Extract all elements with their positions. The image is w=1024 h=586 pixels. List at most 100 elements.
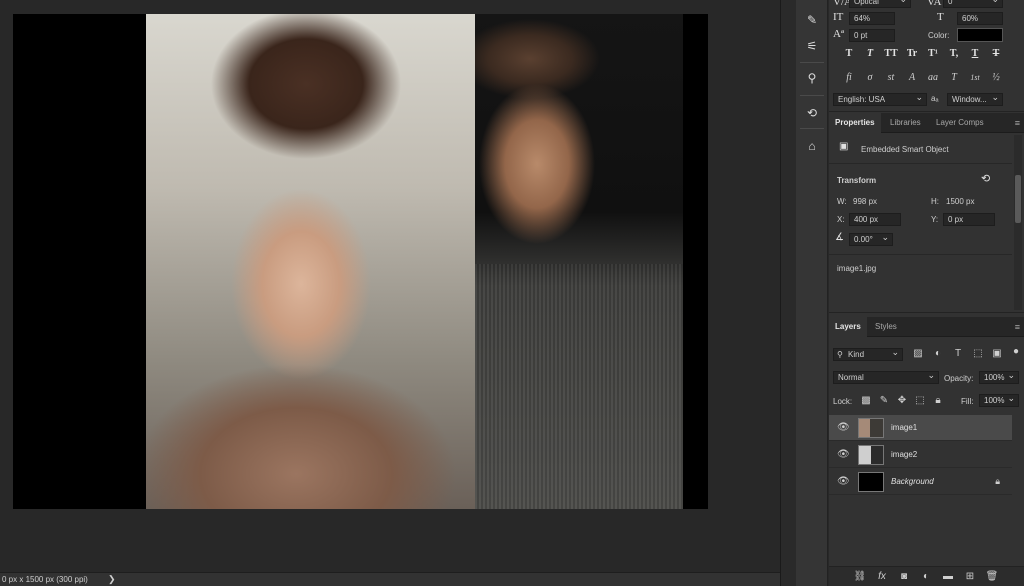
superscript-button[interactable]: T¹ [925, 46, 941, 62]
blend-mode-select[interactable]: Normal [833, 370, 939, 384]
rotation-angle-input[interactable]: 0.00° [849, 232, 893, 246]
toolstrip-divider [800, 95, 824, 96]
plugins-icon[interactable]: ⌂ [802, 136, 822, 156]
titling-alternates-button[interactable]: T [946, 70, 962, 86]
properties-scrollbar[interactable] [1014, 135, 1022, 310]
filter-adjustment-icon[interactable]: ◐ [931, 348, 945, 359]
ligatures-button[interactable]: fi [841, 70, 857, 86]
new-group-icon[interactable]: ▬ [941, 571, 955, 582]
transform-heading: Transform [837, 176, 877, 185]
fill-input[interactable]: 100% [979, 393, 1019, 407]
lock-pixels-icon[interactable]: ✎ [877, 395, 891, 406]
fill-label: Fill: [961, 397, 974, 406]
layer-row-image2[interactable]: 👁︎ image2 [829, 442, 1012, 468]
filter-toggle-icon[interactable]: ● [1009, 346, 1023, 357]
layers-footer: ⛓ fx ◙ ◐ ▬ ⊞ 🗑︎ [829, 566, 1024, 586]
faux-italic-button[interactable]: T [862, 46, 878, 62]
layer-effects-icon[interactable]: fx [875, 571, 889, 582]
layers-tabbar: Layers Styles ≡ [829, 317, 1024, 337]
x-position-input[interactable]: 400 px [849, 213, 901, 226]
font-style-select[interactable]: Optical [849, 0, 911, 8]
layer-row-image1[interactable]: 👁︎ image1 [829, 415, 1012, 441]
x-label: X: [837, 215, 845, 224]
visibility-eye-icon[interactable]: 👁︎ [837, 422, 850, 433]
swash-button[interactable]: A [904, 70, 920, 86]
subscript-button[interactable]: T, [946, 46, 962, 62]
clone-source-icon[interactable]: ⚲ [802, 68, 822, 88]
opacity-input[interactable]: 100% [979, 370, 1019, 384]
filter-type-icon[interactable]: T [951, 348, 965, 359]
width-value[interactable]: 998 px [853, 197, 877, 206]
layer-filter-select[interactable]: ⚲ Kind [833, 347, 903, 361]
image2-photo-woman [146, 14, 475, 509]
lock-label: Lock: [833, 397, 853, 406]
tracking-icon: VA [927, 0, 942, 8]
text-color-swatch[interactable] [957, 28, 1003, 42]
filter-pixel-icon[interactable]: ▨ [911, 348, 925, 359]
layer-thumbnail [858, 418, 884, 438]
lock-position-icon[interactable]: ✥ [895, 395, 909, 406]
layer-row-background[interactable]: 👁︎ Background 🔒︎ [829, 469, 1012, 495]
add-mask-icon[interactable]: ◙ [897, 571, 911, 582]
filter-shape-icon[interactable]: ⬚ [971, 348, 985, 359]
language-select[interactable]: English: USA [833, 92, 927, 106]
tab-libraries[interactable]: Libraries [884, 113, 927, 133]
panel-menu-icon[interactable]: ≡ [1015, 118, 1020, 128]
faux-bold-button[interactable]: T [841, 46, 857, 62]
toolstrip-divider [800, 62, 824, 63]
tracking-select[interactable]: 0 [943, 0, 1003, 8]
height-label: H: [931, 197, 939, 206]
search-icon: ⚲ [837, 350, 843, 359]
layer-filter-value: Kind [848, 350, 865, 359]
layer-name[interactable]: Background [891, 477, 934, 486]
properties-divider [829, 254, 1012, 255]
link-layers-icon[interactable]: ⛓ [853, 571, 867, 582]
canvas-workspace[interactable] [0, 0, 780, 572]
layer-name[interactable]: image1 [891, 423, 917, 432]
toolstrip-divider [800, 128, 824, 129]
smart-object-icon: ▣ [839, 141, 849, 152]
tab-layer-comps[interactable]: Layer Comps [930, 113, 990, 133]
layer-name[interactable]: image2 [891, 450, 917, 459]
layer-thumbnail [858, 445, 884, 465]
new-layer-icon[interactable]: ⊞ [963, 571, 977, 582]
antialias-icon: aₐ [931, 94, 939, 103]
delete-layer-icon[interactable]: 🗑︎ [985, 571, 999, 582]
adjustment-sliders-icon[interactable]: ⚟ [802, 36, 822, 56]
reset-transform-icon[interactable]: ⟲ [981, 172, 990, 185]
lock-all-icon[interactable]: 🔒︎ [931, 395, 945, 406]
visibility-eye-icon[interactable]: 👁︎ [837, 449, 850, 460]
underline-button[interactable]: T [967, 46, 983, 62]
y-position-input[interactable]: 0 px [943, 213, 995, 226]
tab-styles[interactable]: Styles [869, 317, 903, 337]
small-caps-button[interactable]: Tr [904, 46, 920, 62]
all-caps-button[interactable]: TT [883, 46, 899, 62]
panel-splitter[interactable] [780, 0, 796, 586]
status-menu-arrow-icon[interactable]: ❯ [108, 574, 116, 585]
adjustment-layer-icon[interactable]: ◐ [919, 571, 933, 582]
filter-smart-object-icon[interactable]: ▣ [990, 348, 1004, 359]
visibility-eye-icon[interactable]: 👁︎ [837, 476, 850, 487]
layers-panel-menu-icon[interactable]: ≡ [1015, 322, 1020, 332]
ordinals-button[interactable]: 1st [967, 70, 983, 86]
baseline-shift-input[interactable]: 0 pt [849, 29, 895, 42]
fractions-button[interactable]: ½ [988, 70, 1004, 86]
brush-preset-icon[interactable]: ✎ [802, 10, 822, 30]
height-value[interactable]: 1500 px [946, 197, 974, 206]
horizontal-scale-input[interactable]: 60% [957, 12, 1003, 25]
history-icon[interactable]: ⟲ [802, 103, 822, 123]
stylistic-ligatures-button[interactable]: st [883, 70, 899, 86]
stylistic-alternates-button[interactable]: aa [925, 70, 941, 86]
document-canvas[interactable] [13, 14, 708, 509]
vertical-scale-input[interactable]: 64% [849, 12, 895, 25]
tab-layers[interactable]: Layers [829, 317, 867, 337]
antialias-select[interactable]: Window... [947, 92, 1003, 106]
strikethrough-button[interactable]: T [988, 46, 1004, 62]
lock-artboard-icon[interactable]: ⬚ [913, 395, 927, 406]
properties-scroll-thumb[interactable] [1015, 175, 1021, 223]
properties-body: ▣ Embedded Smart Object Transform ⟲ W: 9… [829, 133, 1024, 313]
tab-properties[interactable]: Properties [829, 113, 881, 133]
discretionary-ligatures-button[interactable]: σ [862, 70, 878, 86]
lock-transparent-icon[interactable]: ▩ [859, 395, 873, 406]
angle-icon: ∡ [835, 232, 844, 243]
